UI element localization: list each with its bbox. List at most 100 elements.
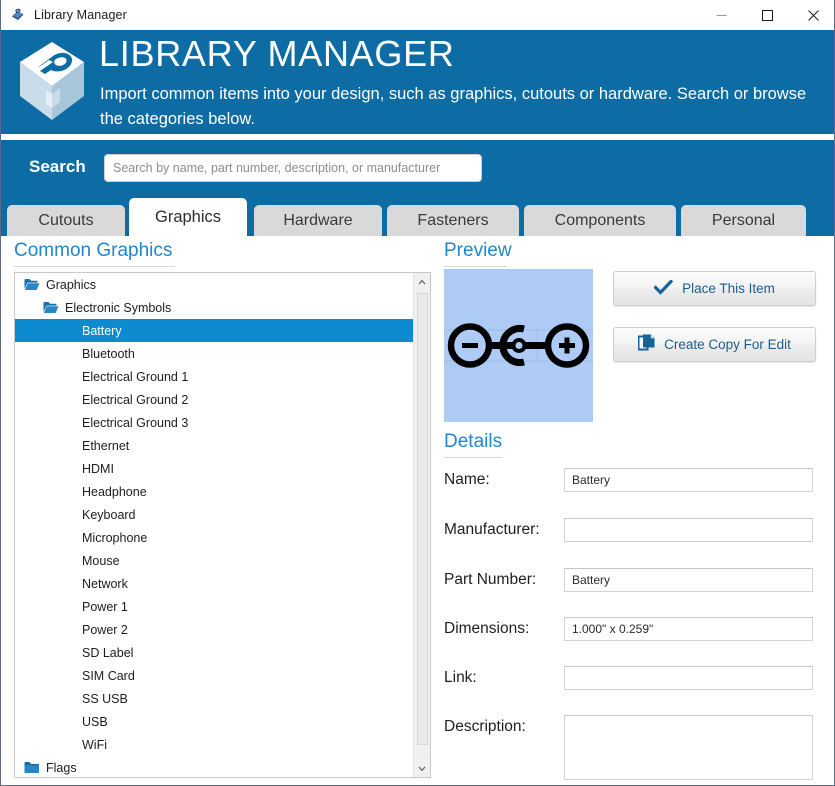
tree-item[interactable]: WiFi — [15, 733, 414, 756]
tab-label: Graphics — [154, 208, 222, 226]
tree-item[interactable]: Headphone — [15, 480, 414, 503]
tree-item-label: Battery — [82, 323, 122, 338]
header-banner: LIBRARY MANAGER Import common items into… — [1, 30, 834, 137]
page-subtitle: Import common items into your design, su… — [100, 85, 807, 129]
tab-label: Components — [554, 212, 646, 229]
tree-item[interactable]: Bluetooth — [15, 342, 414, 365]
window-controls — [698, 0, 834, 30]
tab-hardware[interactable]: Hardware — [254, 205, 382, 236]
create-copy-for-edit-label: Create Copy For Edit — [664, 337, 791, 352]
tab-label: Cutouts — [38, 212, 94, 229]
battery-symbol-graphic — [444, 269, 593, 422]
tree-item-label: SD Label — [82, 645, 134, 660]
preview-rule — [444, 266, 507, 267]
tree-item-label: WiFi — [82, 737, 107, 752]
tree-item[interactable]: SIM Card — [15, 664, 414, 687]
dimensions-label: Dimensions: — [444, 620, 530, 637]
tree-item[interactable]: Electronic Symbols — [15, 296, 414, 319]
tree-item[interactable]: Electrical Ground 1 — [15, 365, 414, 388]
content-area: Common Graphics Graphics Electronic Symbo… — [1, 236, 834, 785]
tree-item[interactable]: HDMI — [15, 457, 414, 480]
scrollbar-thumb[interactable] — [417, 293, 428, 745]
title-bar: Library Manager — [1, 0, 834, 30]
tree-item[interactable]: Power 2 — [15, 618, 414, 641]
tree-item-label: Flags — [46, 760, 77, 775]
tab-components[interactable]: Components — [524, 205, 676, 236]
tab-strip: Cutouts Graphics Hardware Fasteners Componen… — [1, 198, 834, 236]
common-graphics-rule — [14, 266, 175, 267]
library-manager-window: Library Manager LIBRARY MANAGER Import c… — [0, 0, 835, 786]
search-input[interactable] — [104, 154, 482, 182]
scroll-down-icon[interactable] — [414, 760, 430, 777]
tree-item-label: Bluetooth — [82, 346, 135, 361]
place-this-item-label: Place This Item — [682, 281, 775, 296]
tab-graphics[interactable]: Graphics — [129, 198, 247, 236]
tree-item-label: Graphics — [46, 277, 97, 292]
scroll-up-icon[interactable] — [414, 273, 430, 290]
tree-item[interactable]: SS USB — [15, 687, 414, 710]
preview-heading: Preview — [444, 240, 512, 261]
maximize-button[interactable] — [744, 0, 790, 30]
tree-item-label: Electronic Symbols — [65, 300, 172, 315]
tree-item-label: SIM Card — [82, 668, 135, 683]
tree-item[interactable]: Electrical Ground 2 — [15, 388, 414, 411]
tab-label: Fasteners — [417, 212, 489, 229]
tree-item-label: Electrical Ground 3 — [82, 415, 189, 430]
tree-item[interactable]: USB — [15, 710, 414, 733]
tree-item-label: Power 1 — [82, 599, 128, 614]
tree-item-label: Headphone — [82, 484, 147, 499]
name-field[interactable] — [564, 468, 813, 492]
description-label: Description: — [444, 718, 526, 735]
copy-icon — [637, 334, 655, 355]
manufacturer-field[interactable] — [564, 518, 813, 542]
folder-open-icon — [24, 278, 40, 291]
check-icon — [653, 278, 674, 298]
tree-item[interactable]: Mouse — [15, 549, 414, 572]
tree-item[interactable]: Electrical Ground 3 — [15, 411, 414, 434]
name-label: Name: — [444, 471, 490, 488]
create-copy-for-edit-button[interactable]: Create Copy For Edit — [613, 327, 816, 362]
tree-item[interactable]: SD Label — [15, 641, 414, 664]
library-app-icon — [10, 7, 26, 23]
tab-cutouts[interactable]: Cutouts — [7, 205, 125, 236]
tab-label: Hardware — [283, 212, 353, 229]
common-graphics-heading: Common Graphics — [14, 240, 173, 261]
tree-item-label: Electrical Ground 1 — [82, 369, 189, 384]
description-field[interactable] — [564, 715, 813, 780]
page-title: LIBRARY MANAGER — [99, 33, 455, 74]
place-this-item-button[interactable]: Place This Item — [613, 271, 816, 306]
tree-item-label: SS USB — [82, 691, 128, 706]
tree-item[interactable]: Power 1 — [15, 595, 414, 618]
details-rule — [444, 457, 502, 458]
tree-item-selected[interactable]: Battery — [15, 319, 414, 342]
tab-personal[interactable]: Personal — [681, 205, 806, 236]
part-number-field[interactable] — [564, 568, 813, 592]
search-bar: Search — [1, 140, 834, 198]
tree-item[interactable]: Ethernet — [15, 434, 414, 457]
tab-fasteners[interactable]: Fasteners — [387, 205, 519, 236]
link-label: Link: — [444, 669, 477, 686]
tree-item[interactable]: Keyboard — [15, 503, 414, 526]
tree-scrollbar[interactable] — [413, 273, 430, 777]
tree-item[interactable]: Microphone — [15, 526, 414, 549]
link-field[interactable] — [564, 666, 813, 690]
tree-item-label: Network — [82, 576, 128, 591]
tree-item-label: Microphone — [82, 530, 148, 545]
search-label: Search — [29, 157, 86, 176]
folder-closed-icon — [24, 761, 40, 774]
tree-item[interactable]: Graphics — [15, 273, 414, 296]
graphics-tree[interactable]: Graphics Electronic Symbols Battery Bluetoo… — [14, 272, 431, 778]
tree-item-label: Keyboard — [82, 507, 136, 522]
tree-item-label: HDMI — [82, 461, 114, 476]
dimensions-field[interactable] — [564, 617, 813, 641]
tree-item-label: Electrical Ground 2 — [82, 392, 189, 407]
minimize-button[interactable] — [698, 0, 744, 30]
tree-item-label: Ethernet — [82, 438, 130, 453]
close-button[interactable] — [790, 0, 834, 30]
tree-item[interactable]: Flags — [15, 756, 414, 777]
tree-item-label: Mouse — [82, 553, 120, 568]
window-title: Library Manager — [34, 8, 127, 22]
isometric-p-logo — [15, 38, 89, 124]
tree-item-label: Power 2 — [82, 622, 128, 637]
tree-item[interactable]: Network — [15, 572, 414, 595]
